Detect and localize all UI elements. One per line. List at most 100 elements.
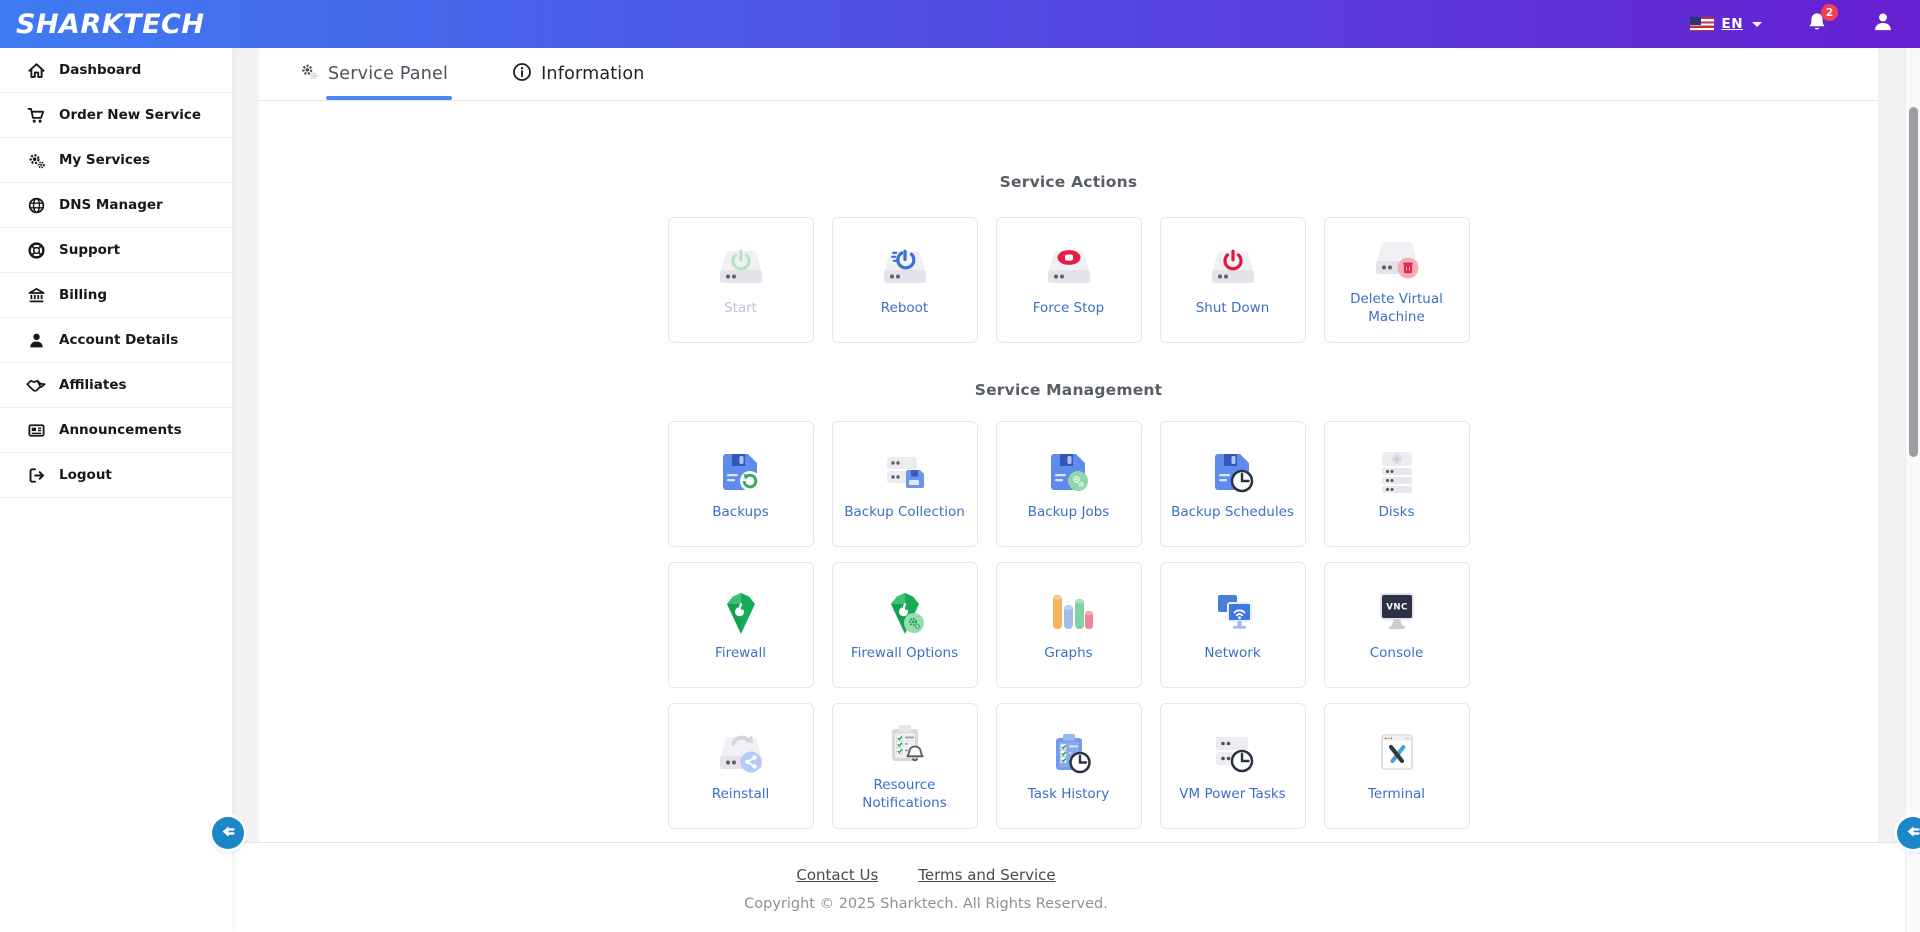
service-card-reinstall[interactable]: Reinstall [668,703,814,829]
service-card-vm-power-tasks[interactable]: VM Power Tasks [1160,703,1306,829]
svg-text:VNC: VNC [1386,603,1407,613]
sidebar-item-dns-manager[interactable]: DNS Manager [0,183,232,228]
sidebar-item-logout[interactable]: Logout [0,453,232,498]
service-card-backup-collection[interactable]: Backup Collection [832,421,978,547]
section-service-actions: Service Actions Start Reboot Force Stop … [259,173,1878,343]
active-tab-indicator [326,96,452,100]
service-card-resource-notifications[interactable]: Resource Notifications [832,703,978,829]
service-card-graphs[interactable]: Graphs [996,562,1142,688]
resource-notifications-icon [878,719,932,769]
copyright-text: Copyright © 2025 Sharktech. All Rights R… [0,896,1852,912]
handshake-icon [26,375,46,395]
delete-vm-icon [1370,233,1424,283]
chevron-down-icon [1752,22,1762,27]
service-card-task-history[interactable]: Task History [996,703,1142,829]
service-card-disks[interactable]: Disks [1324,421,1470,547]
tab-information[interactable]: Information [512,48,645,100]
service-card-firewall[interactable]: Firewall [668,562,814,688]
backup-collection-icon [878,446,932,496]
logout-icon [26,465,46,485]
disks-icon [1370,446,1424,496]
section-title: Service Actions [259,173,1878,191]
section-service-management: Service Management Backups Backup Collec… [259,381,1878,829]
lifering-icon [26,240,46,260]
sidebar-item-my-services[interactable]: My Services [0,138,232,183]
us-flag-icon [1690,17,1714,31]
top-bar: SHARKTECH EN 2 [0,0,1920,48]
sidebar-item-support[interactable]: Support [0,228,232,273]
console-icon: VNC [1370,587,1424,637]
service-card-force-stop[interactable]: Force Stop [996,217,1142,343]
notifications-button[interactable]: 2 [1806,11,1828,37]
terms-and-service-link[interactable]: Terms and Service [918,866,1055,884]
arrow-left-lines-icon [1904,822,1920,845]
service-card-network[interactable]: Network [1160,562,1306,688]
graphs-icon [1042,587,1096,637]
user-icon [26,330,46,350]
tab-service-panel[interactable]: Service Panel [299,48,448,100]
backups-icon [714,446,768,496]
service-panel-card: Service Panel Information Service Action… [259,48,1878,842]
service-card-reboot[interactable]: Reboot [832,217,978,343]
user-icon [1872,11,1894,37]
terminal-icon [1370,728,1424,778]
footer-links: Contact Us Terms and Service [0,866,1852,884]
reboot-icon [878,242,932,292]
bank-icon [26,285,46,305]
force-stop-icon [1042,242,1096,292]
user-menu-button[interactable] [1872,11,1894,37]
card-body: Service Actions Start Reboot Force Stop … [259,101,1878,829]
sidebar-nav: Dashboard Order New Service My Services … [0,48,232,498]
collapse-sidebar-button[interactable] [212,817,244,849]
sidebar-item-dashboard[interactable]: Dashboard [0,48,232,93]
gear-icon [299,62,319,86]
sidebar: Dashboard Order New Service My Services … [0,48,232,932]
service-card-backups[interactable]: Backups [668,421,814,547]
tile-grid: Start Reboot Force Stop Shut Down Delete… [259,217,1878,343]
service-card-shut-down[interactable]: Shut Down [1160,217,1306,343]
service-card-terminal[interactable]: Terminal [1324,703,1470,829]
sidebar-item-billing[interactable]: Billing [0,273,232,318]
top-bar-controls: EN 2 [1690,11,1894,37]
scrollbar-track[interactable] [1905,48,1920,932]
arrow-left-lines-icon [219,822,238,845]
scrollbar-thumb[interactable] [1909,107,1918,457]
notification-count-badge: 2 [1821,4,1838,21]
newspaper-icon [26,420,46,440]
footer: Contact Us Terms and Service Copyright ©… [0,843,1920,932]
tile-grid: Backups Backup Collection Backup Jobs Ba… [259,421,1878,829]
service-card-console[interactable]: VNC Console [1324,562,1470,688]
page: SHARKTECH EN 2 Dashboard [0,0,1920,932]
sharktech-logo: SHARKTECH [16,9,204,40]
info-icon [512,62,532,86]
tab-bar: Service Panel Information [259,48,1878,101]
service-card-delete-vm[interactable]: Delete Virtual Machine [1324,217,1470,343]
backup-jobs-icon [1042,446,1096,496]
section-title: Service Management [259,381,1878,399]
gears-icon [26,150,46,170]
backup-schedules-icon [1206,446,1260,496]
task-history-icon [1042,728,1096,778]
service-card-firewall-options[interactable]: Firewall Options [832,562,978,688]
sidebar-item-affiliates[interactable]: Affiliates [0,363,232,408]
language-label: EN [1721,16,1743,32]
service-card-backup-schedules[interactable]: Backup Schedules [1160,421,1306,547]
start-icon [714,242,768,292]
shut-down-icon [1206,242,1260,292]
contact-us-link[interactable]: Contact Us [796,866,878,884]
sidebar-item-order-new-service[interactable]: Order New Service [0,93,232,138]
home-icon [26,60,46,80]
firewall-options-icon [878,587,932,637]
vm-power-tasks-icon [1206,728,1260,778]
service-card-start: Start [668,217,814,343]
main-content-area: Service Panel Information Service Action… [232,48,1905,843]
sidebar-item-account-details[interactable]: Account Details [0,318,232,363]
service-card-backup-jobs[interactable]: Backup Jobs [996,421,1142,547]
reinstall-icon [714,728,768,778]
language-switcher[interactable]: EN [1690,16,1762,32]
cart-icon [26,105,46,125]
network-icon [1206,587,1260,637]
firewall-icon [714,587,768,637]
sidebar-item-announcements[interactable]: Announcements [0,408,232,453]
globe-icon [26,195,46,215]
